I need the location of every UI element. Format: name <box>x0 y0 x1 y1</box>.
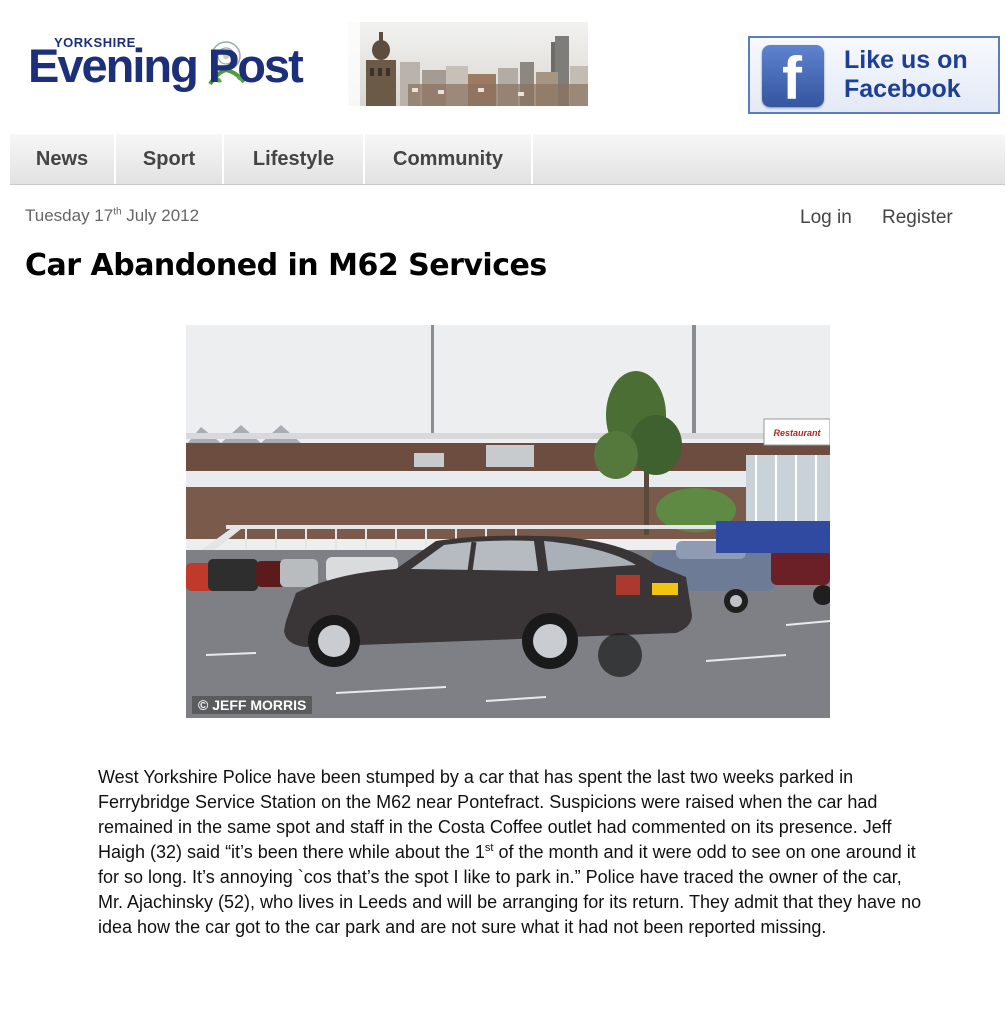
nav-item-sport[interactable]: Sport <box>116 134 224 184</box>
nav-item-news[interactable]: News <box>10 134 116 184</box>
nav-item-community[interactable]: Community <box>365 134 533 184</box>
article-headline: Car Abandoned in M62 Services <box>25 248 547 283</box>
site-logo[interactable]: YORKSHIRE Evening Post <box>28 32 328 102</box>
article-paragraph: West Yorkshire Police have been stumped … <box>98 767 922 937</box>
login-link[interactable]: Log in <box>800 207 852 229</box>
register-link[interactable]: Register <box>882 207 953 229</box>
logo-title: Evening Post <box>28 39 304 92</box>
city-skyline-image <box>348 22 588 106</box>
facebook-button-label: Like us on Facebook <box>844 46 968 103</box>
main-nav: News Sport Lifestyle Community <box>10 134 1005 185</box>
article-date: Tuesday 17th July 2012 <box>25 206 200 225</box>
photo-credit: © JEFF MORRIS <box>192 696 313 714</box>
facebook-like-button[interactable]: f Like us on Facebook <box>748 36 1000 114</box>
nav-item-lifestyle[interactable]: Lifestyle <box>224 134 365 184</box>
article-body: West Yorkshire Police have been stumped … <box>98 765 928 940</box>
restaurant-sign-text: Restaurant <box>773 428 821 438</box>
article-photo: Restaurant © JEFF MORRIS <box>186 325 830 718</box>
facebook-icon: f <box>762 45 824 112</box>
